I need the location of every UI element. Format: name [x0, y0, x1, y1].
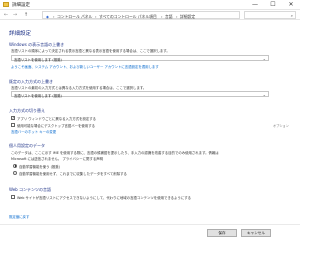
checkbox-label: Web サイトが言語リストにアクセスできないようにして、代わりに地域の言語コンテ… — [17, 195, 192, 200]
chevron-down-icon: ⌄ — [262, 92, 266, 97]
web-content-heading: Web コンテンツの言語 — [9, 187, 51, 192]
personalization-desc-1: このデータは、ここに示す IME を使用する際に、言語の候補語を提示したり、手入… — [11, 151, 219, 155]
page-title: 詳細設定 — [9, 31, 32, 37]
minimize-button[interactable]: — — [246, 0, 264, 10]
breadcrumb-item[interactable]: 詳細設定 — [180, 14, 195, 20]
maximize-button[interactable]: ☐ — [264, 0, 282, 10]
input-method-select[interactable]: 言語リストを使用します (推奨) ⌄ — [11, 91, 269, 98]
display-language-select[interactable]: 言語リストを使用します (推奨) ⌄ — [11, 55, 269, 62]
input-method-desc: 言語リストの最初の入力方式とは異なる入力方式を使用する場合は、ここで選択します。 — [11, 86, 147, 90]
breadcrumb-sep: › — [95, 13, 97, 19]
breadcrumb-item[interactable]: コントロール パネル — [57, 14, 92, 20]
back-icon[interactable]: ← — [2, 11, 10, 19]
select-value: 言語リストを使用します (推奨) — [14, 93, 62, 98]
personalization-heading: 個人用設定のデータ — [9, 143, 45, 148]
breadcrumb-sep: › — [176, 13, 178, 19]
save-button[interactable]: 保存 — [207, 229, 237, 237]
restore-defaults-link[interactable]: 既定値に戻す — [9, 214, 29, 219]
cancel-button[interactable]: キャンセル — [241, 229, 271, 237]
search-input[interactable]: ⌕ — [244, 11, 296, 19]
checkbox-box[interactable] — [11, 122, 15, 127]
breadcrumb[interactable]: ◆ › コントロール パネル › すべてのコントロール パネル項目 › 言語 ›… — [42, 11, 240, 19]
search-icon: ⌕ — [290, 13, 293, 18]
personalization-desc-2: Microsoft には送信されません。 プライバシーに関する声明 — [11, 157, 104, 161]
up-icon[interactable]: ↑ — [22, 11, 30, 19]
options-link[interactable]: オプション — [273, 123, 289, 128]
breadcrumb-item[interactable]: すべてのコントロール パネル項目 — [99, 14, 157, 20]
radio-dot[interactable] — [13, 163, 17, 168]
control-panel-icon: ◆ — [46, 13, 49, 19]
radio-label: 自動学習機能を使う (推奨) — [19, 164, 61, 169]
checkbox-box[interactable]: ✓ — [11, 115, 15, 120]
forward-icon[interactable]: → — [11, 11, 19, 19]
close-button[interactable]: ✕ — [282, 0, 300, 10]
checkbox-label: 使用可能な場合にデスクトップ言語バーを使用する — [17, 123, 95, 128]
checkbox-box[interactable] — [11, 194, 15, 199]
window-title: 詳細設定 — [12, 3, 30, 8]
radio-label: 自動学習機能を使用せず、これまでに収集したデータをすべて削除する — [19, 171, 127, 176]
radio-dot[interactable] — [13, 170, 17, 175]
breadcrumb-sep: › — [161, 13, 163, 19]
footer-bar: 保存 キャンセル — [0, 224, 300, 238]
display-language-desc: 言語リストの順序によって決定される表示言語と異なる表示言語を使用する場合は、ここ… — [11, 49, 170, 53]
switching-heading: 入力方式の切り替え — [9, 108, 45, 113]
hotkey-change-link[interactable]: 言語バーのホット キーの変更 — [11, 129, 56, 134]
title-bar: 詳細設定 — ☐ ✕ — [0, 0, 300, 10]
select-value: 言語リストを使用します (推奨) — [14, 57, 62, 62]
chevron-down-icon: ⌄ — [262, 56, 266, 61]
folder-icon — [3, 2, 9, 7]
breadcrumb-sep: › — [53, 13, 55, 19]
apply-language-settings-link[interactable]: ようこそ画面、システム アカウント、および新しいユーザー アカウントに言語設定を… — [11, 64, 159, 69]
checkbox-label: アプリ ウィンドウごとに異なる入力方式を設定する — [17, 116, 97, 121]
breadcrumb-item[interactable]: 言語 — [165, 14, 173, 20]
address-bar: ← → ↑ ◆ › コントロール パネル › すべてのコントロール パネル項目 … — [0, 10, 300, 20]
